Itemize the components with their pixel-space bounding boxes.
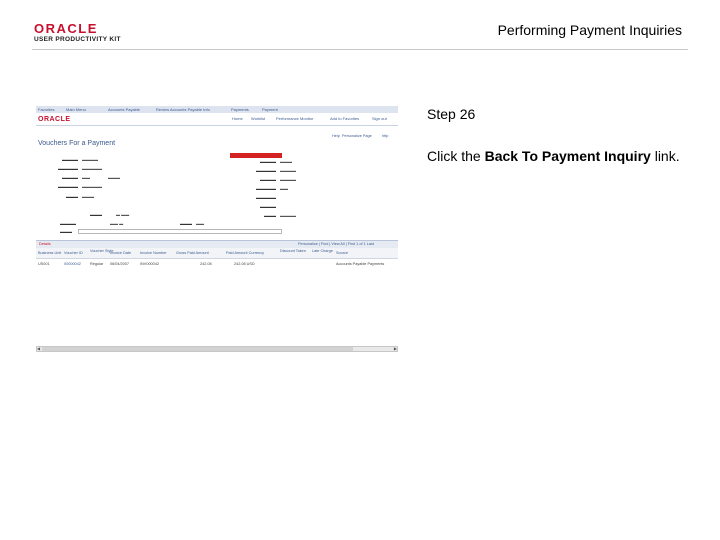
cell-source: Accounts Payable Payments: [336, 262, 385, 266]
link-http[interactable]: http: [382, 134, 388, 138]
field-value: ▬▬: [196, 221, 204, 226]
field-value: ▬▬▬▬: [280, 177, 296, 182]
field-label: ▬▬▬▬: [260, 159, 276, 164]
col-discount-taken[interactable]: Discount Taken: [280, 249, 306, 253]
header-divider: [32, 49, 688, 50]
link-worklist[interactable]: Worklist: [251, 116, 265, 121]
field-value: ▬▬: [82, 175, 90, 180]
field-label: ▬▬▬▬▬: [58, 184, 78, 189]
application-screenshot: Favorites Main Menu Accounts Payable Rev…: [36, 106, 398, 353]
scrollbar-thumb[interactable]: [42, 347, 353, 351]
field-value: ▬▬▬▬▬: [82, 166, 102, 171]
document-title: Performing Payment Inquiries: [497, 22, 682, 38]
app-brand-bar: ORACLE Home Worklist Performance Monitor…: [36, 114, 398, 126]
logo-oracle-text: ORACLE: [34, 21, 98, 36]
col-invoice-date[interactable]: Invoice Date: [110, 251, 131, 255]
app-oracle-logo: ORACLE: [38, 116, 71, 123]
cell-invoice-date: 06/04/2007: [110, 262, 130, 266]
nav-item-main-menu[interactable]: Main Menu: [66, 107, 86, 112]
grid-header: Details Personalize | Find | View All | …: [36, 240, 398, 248]
field-label: ▬▬▬: [90, 212, 102, 217]
field-label: ▬▬▬: [60, 229, 72, 234]
horizontal-scrollbar[interactable]: ◀ ▶: [36, 346, 398, 352]
highlighted-action-button[interactable]: [230, 153, 282, 158]
grid-navigation[interactable]: Personalize | Find | View All | First 1 …: [298, 242, 374, 246]
cell-invoice-number: INV000042: [140, 262, 159, 266]
grid-column-headers: Business Unit Voucher ID Voucher Style I…: [36, 248, 398, 259]
scroll-right-icon[interactable]: ▶: [394, 346, 397, 351]
cell-business-unit: US001: [38, 262, 50, 266]
field-label: ▬▬▬▬▬: [256, 195, 276, 200]
link-performance-monitor[interactable]: Performance Monitor: [276, 116, 313, 121]
field-value: ▬▬▬▬▬: [82, 184, 102, 189]
nav-item-review-ap-info[interactable]: Review Accounts Payable Info: [156, 107, 210, 112]
page-heading: Vouchers For a Payment: [38, 140, 116, 147]
field-value: ▬▬▬: [280, 159, 292, 164]
field-value: ▬▬▬▬: [280, 168, 296, 173]
link-personalize-page[interactable]: Personalize Page: [342, 134, 372, 138]
scroll-left-icon[interactable]: ◀: [37, 346, 40, 351]
col-business-unit[interactable]: Business Unit: [38, 251, 61, 255]
field-label: ▬▬▬▬▬: [256, 186, 276, 191]
col-invoice-number[interactable]: Invoice Number: [140, 251, 167, 255]
col-source[interactable]: Source: [336, 251, 348, 255]
cell-voucher-id[interactable]: 00000042: [64, 262, 81, 266]
breadcrumb-nav: Favorites Main Menu Accounts Payable Rev…: [36, 106, 398, 113]
logo-upk-text: USER PRODUCTIVITY KIT: [34, 36, 121, 43]
instruction-text-before: Click the: [427, 148, 485, 164]
field-label: ▬▬▬▬▬: [256, 168, 276, 173]
description-input[interactable]: [78, 229, 282, 234]
field-label: ▬▬▬▬: [260, 204, 276, 209]
nav-item-payment[interactable]: Payment: [262, 107, 278, 112]
col-late-charge[interactable]: Late Charge: [312, 249, 333, 253]
field-value: ▬ ▬▬: [116, 212, 130, 217]
col-paid-amount-currency[interactable]: Paid Amount Currency: [226, 251, 264, 255]
instruction-link-name: Back To Payment Inquiry: [484, 148, 651, 164]
field-value: ▬▬▬: [108, 175, 120, 180]
grid-title: Details: [39, 242, 51, 246]
field-value: ▬▬▬: [82, 194, 94, 199]
col-gross-paid-amount[interactable]: Gross Paid Amount: [176, 251, 209, 255]
field-value: ▬▬▬▬: [280, 213, 296, 218]
field-label: ▬▬▬: [180, 221, 192, 226]
field-label: ▬▬▬▬: [62, 157, 78, 162]
link-add-to-favorites[interactable]: Add to Favorites: [330, 116, 359, 121]
field-value: ▬▬ ▬: [110, 221, 124, 226]
field-label: ▬▬▬▬: [60, 221, 76, 226]
step-instruction: Click the Back To Payment Inquiry link.: [427, 148, 680, 164]
nav-item-accounts-payable[interactable]: Accounts Payable: [108, 107, 140, 112]
field-label: ▬▬▬▬: [260, 177, 276, 182]
link-help[interactable]: Help: [332, 134, 340, 138]
cell-paid-amount-currency: 242.08 USD: [234, 262, 255, 266]
oracle-upk-logo: ORACLE USER PRODUCTIVITY KIT: [34, 22, 129, 44]
field-label: ▬▬▬▬▬: [58, 166, 78, 171]
link-sign-out[interactable]: Sign out: [372, 116, 387, 121]
field-label: ▬▬▬: [264, 213, 276, 218]
field-value: ▬▬▬▬: [82, 157, 98, 162]
link-home[interactable]: Home: [232, 116, 243, 121]
field-label: ▬▬▬: [66, 194, 78, 199]
step-label: Step 26: [427, 106, 476, 122]
col-voucher-id[interactable]: Voucher ID: [64, 251, 83, 255]
cell-gross-paid-amount: 242.08: [200, 262, 212, 266]
field-value: ▬▬: [280, 186, 288, 191]
nav-item-payments[interactable]: Payments: [231, 107, 249, 112]
instruction-text-after: link.: [650, 148, 680, 164]
field-label: ▬▬▬▬: [62, 175, 78, 180]
nav-item-favorites[interactable]: Favorites: [38, 107, 54, 112]
cell-voucher-style: Regular: [90, 262, 104, 266]
